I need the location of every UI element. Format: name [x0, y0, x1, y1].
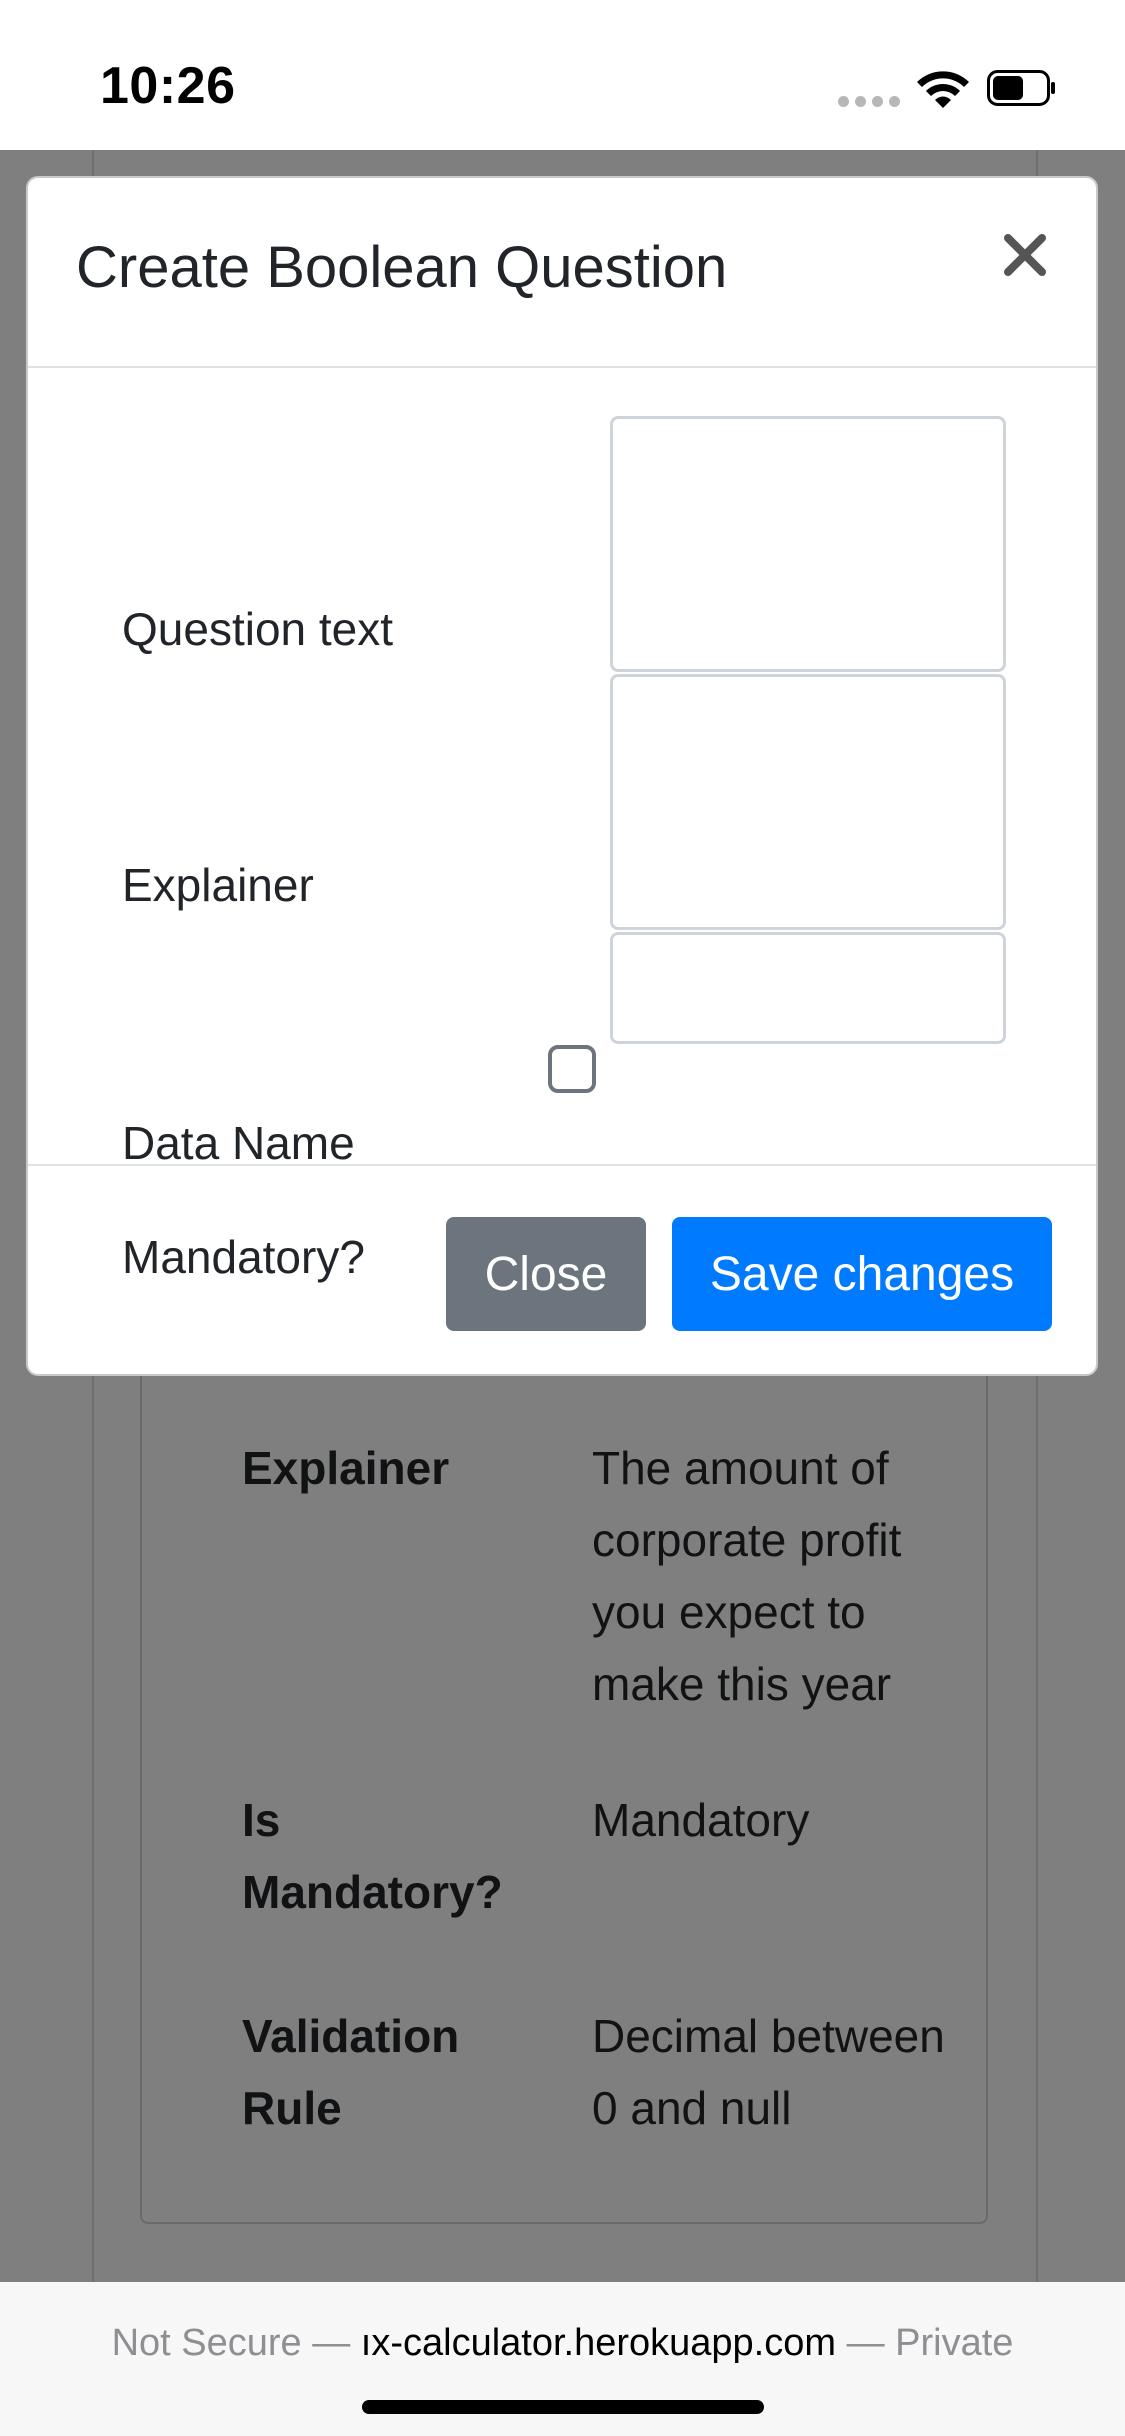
- modal-header: Create Boolean Question: [28, 178, 1096, 368]
- question-text-field[interactable]: [610, 416, 1006, 672]
- create-question-modal: Create Boolean Question Question text Ex…: [26, 176, 1098, 1376]
- url-host: ıx-calculator.herokuapp.com: [360, 2322, 837, 2364]
- save-changes-button[interactable]: Save changes: [672, 1217, 1052, 1331]
- url-text[interactable]: Not Secure — ıx-calculator.herokuapp.com…: [0, 2322, 1125, 2365]
- question-text-label: Question text: [122, 603, 394, 655]
- mandatory-checkbox[interactable]: [548, 1045, 596, 1093]
- modal-footer: Close Save changes: [28, 1164, 1096, 1378]
- modal-title: Create Boolean Question: [76, 235, 728, 300]
- battery-icon: [987, 70, 1055, 106]
- data-name-field[interactable]: [610, 932, 1006, 1044]
- explainer-field[interactable]: [610, 674, 1006, 930]
- home-indicator[interactable]: [362, 2400, 764, 2414]
- browser-url-bar[interactable]: Not Secure — ıx-calculator.herokuapp.com…: [0, 2282, 1125, 2436]
- data-name-label: Data Name: [122, 1117, 355, 1169]
- wifi-icon: [917, 71, 969, 108]
- url-suffix: — Private: [836, 2322, 1014, 2364]
- url-prefix: Not Secure —: [111, 2322, 361, 2364]
- explainer-label: Explainer: [122, 859, 314, 911]
- status-time: 10:26: [100, 57, 236, 115]
- close-button[interactable]: Close: [446, 1217, 646, 1331]
- status-bar: 10:26: [0, 0, 1125, 150]
- close-icon[interactable]: [1000, 230, 1050, 280]
- signal-dots-icon: [838, 96, 902, 108]
